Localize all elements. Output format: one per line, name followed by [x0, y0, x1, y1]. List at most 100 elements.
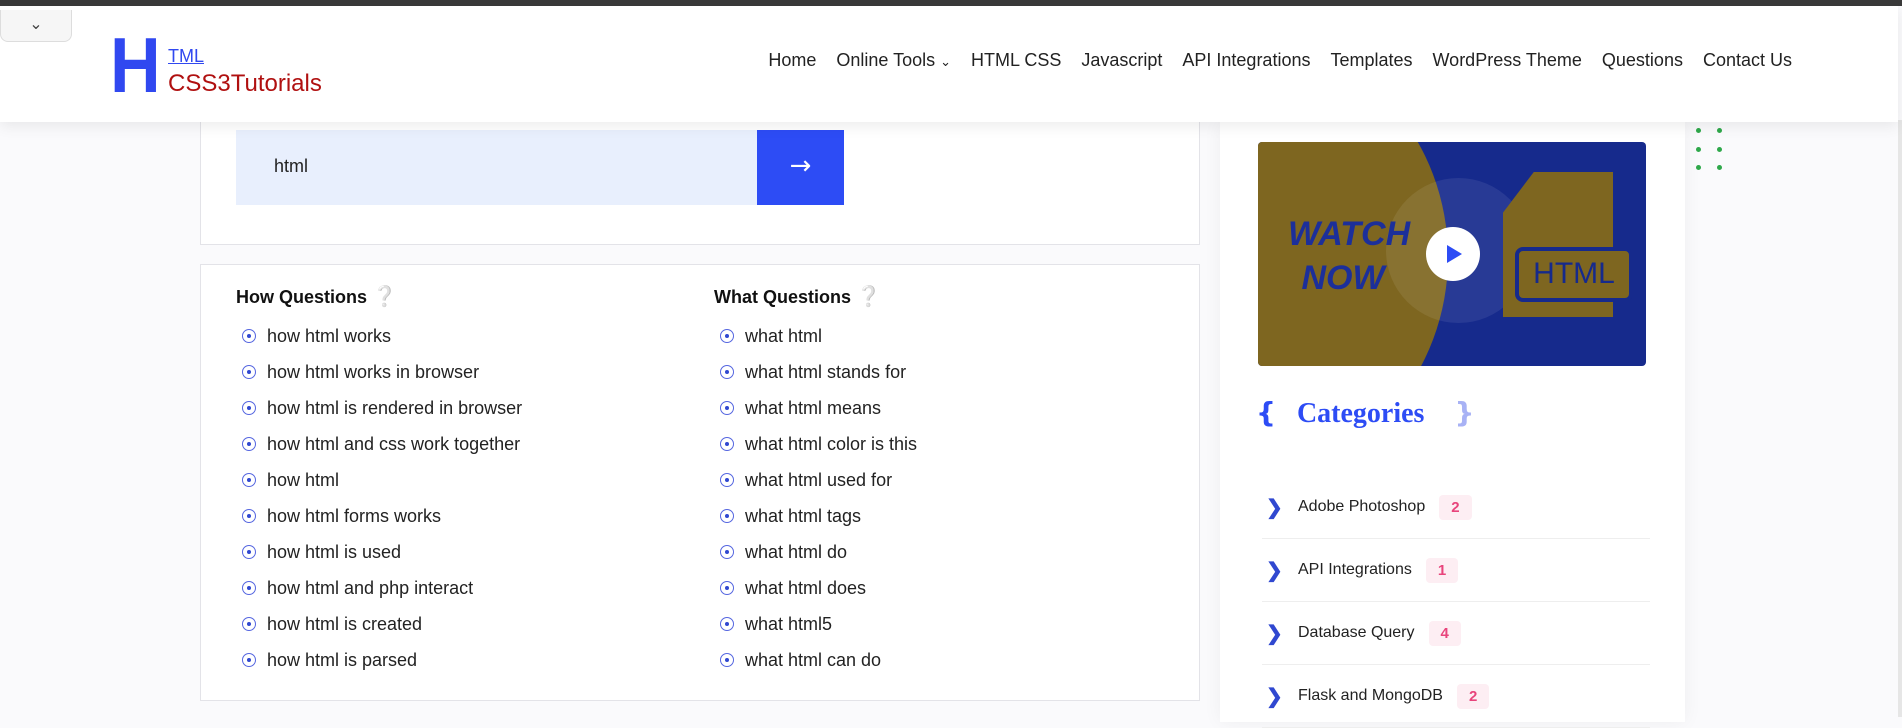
circle-dot-icon [242, 401, 256, 415]
question-text: what html color is this [745, 433, 918, 454]
question-link[interactable]: how html works in browser [242, 354, 522, 390]
chevron-down-icon[interactable]: ⌄ [0, 10, 72, 42]
question-text: what html [745, 325, 823, 346]
question-text: what html do [745, 541, 848, 562]
decor-dot [1717, 128, 1722, 133]
chevron-right-icon: ❯ [1266, 685, 1283, 708]
chevron-right-icon: ❯ [1266, 559, 1283, 582]
nav-online-tools[interactable]: Online Tools ⌄ [836, 50, 951, 71]
question-text: how html is used [267, 541, 402, 562]
category-item[interactable]: ❯ Adobe Photoshop 2 [1262, 476, 1650, 539]
question-text: what html means [745, 397, 882, 418]
question-link[interactable]: how html is parsed [242, 642, 522, 678]
decor-dot [1717, 147, 1722, 152]
question-link[interactable]: what html5 [720, 606, 917, 642]
decor-dot [1696, 165, 1701, 170]
what-questions-list: what html what html stands for what html m… [720, 318, 917, 678]
circle-dot-icon [720, 365, 734, 379]
logo-top: TML [168, 46, 204, 66]
nav-api-integrations[interactable]: API Integrations [1182, 50, 1310, 71]
category-item[interactable]: ❯ Flask and MongoDB 2 [1262, 665, 1650, 728]
question-text: what html tags [745, 505, 862, 526]
question-link[interactable]: what html [720, 318, 917, 354]
category-name: API Integrations [1298, 561, 1412, 578]
what-questions-heading: What Questions ❔ [714, 286, 881, 308]
question-text: what html used for [745, 469, 893, 490]
question-link[interactable]: what html used for [720, 462, 917, 498]
chevron-right-icon: ❯ [1266, 496, 1283, 519]
html-label: HTML [1515, 247, 1633, 302]
question-link[interactable]: how html is used [242, 534, 522, 570]
circle-dot-icon [720, 437, 734, 451]
nav-html-css[interactable]: HTML CSS [971, 50, 1061, 71]
category-name: Database Query [1298, 624, 1415, 641]
question-text: how html forms works [267, 505, 442, 526]
watch-now-text: WATCH NOW [1288, 215, 1411, 297]
question-link[interactable]: what html color is this [720, 426, 917, 462]
logo-h: H [110, 21, 161, 109]
decor-dot [1717, 165, 1722, 170]
main-nav: Home Online Tools ⌄ HTML CSS Javascript … [768, 50, 1792, 71]
category-count: 2 [1456, 683, 1490, 709]
circle-dot-icon [720, 509, 734, 523]
nav-contact-us[interactable]: Contact Us [1703, 50, 1792, 71]
circle-dot-icon [720, 401, 734, 415]
question-text: how html is rendered in browser [267, 397, 523, 418]
question-text: how html is created [267, 613, 423, 634]
question-link[interactable]: what html tags [720, 498, 917, 534]
chevron-right-icon: ❯ [1266, 622, 1283, 645]
circle-dot-icon [720, 545, 734, 559]
category-name: Adobe Photoshop [1298, 498, 1426, 515]
question-link[interactable]: how html forms works [242, 498, 522, 534]
circle-dot-icon [242, 329, 256, 343]
question-link[interactable]: what html can do [720, 642, 917, 678]
question-text: what html can do [745, 649, 882, 670]
site-logo[interactable]: H TML CSS3Tutorials [110, 21, 370, 109]
question-text: how html [267, 469, 340, 490]
category-count: 4 [1428, 620, 1461, 646]
question-link[interactable]: how html and css work together [242, 426, 522, 462]
question-text: what html does [745, 577, 867, 598]
search-input[interactable]: html [236, 130, 757, 205]
watch-now-video[interactable]: WATCH NOW HTML [1258, 142, 1646, 366]
nav-questions[interactable]: Questions [1602, 50, 1683, 71]
question-link[interactable]: how html [242, 462, 522, 498]
nav-templates[interactable]: Templates [1330, 50, 1412, 71]
question-link[interactable]: how html is rendered in browser [242, 390, 522, 426]
site-header: ⌄ H TML CSS3Tutorials Home Online Tools … [0, 6, 1898, 122]
circle-dot-icon [242, 653, 256, 667]
nav-home[interactable]: Home [768, 50, 816, 71]
nav-javascript[interactable]: Javascript [1081, 50, 1162, 71]
question-link[interactable]: how html and php interact [242, 570, 522, 606]
question-text: how html and php interact [267, 577, 474, 598]
category-item[interactable]: ❯ API Integrations 1 [1262, 539, 1650, 602]
question-link[interactable]: what html do [720, 534, 917, 570]
question-link[interactable]: how html is created [242, 606, 522, 642]
question-text: how html works [267, 325, 392, 346]
question-link[interactable]: what html stands for [720, 354, 917, 390]
circle-dot-icon [242, 365, 256, 379]
play-icon[interactable] [1426, 227, 1480, 281]
search-value: html [274, 156, 309, 176]
question-text: how html works in browser [267, 361, 480, 382]
question-text: how html and css work together [267, 433, 521, 454]
question-text: what html stands for [745, 361, 907, 382]
search-button[interactable]: → [757, 130, 844, 205]
nav-wordpress-theme[interactable]: WordPress Theme [1433, 50, 1582, 71]
circle-dot-icon [242, 617, 256, 631]
category-name: Flask and MongoDB [1298, 687, 1443, 704]
how-questions-list: how html works how html works in browser h… [242, 318, 522, 678]
question-link[interactable]: what html means [720, 390, 917, 426]
category-item[interactable]: ❯ Database Query 4 [1262, 602, 1650, 665]
decor-dot [1696, 128, 1701, 133]
circle-dot-icon [242, 473, 256, 487]
circle-dot-icon [242, 509, 256, 523]
question-link[interactable]: how html works [242, 318, 522, 354]
question-mark-icon: ❔ [856, 286, 881, 308]
logo-bottom: CSS3Tutorials [168, 70, 322, 97]
arrow-right-icon: → [789, 151, 812, 181]
question-link[interactable]: what html does [720, 570, 917, 606]
decor-dot [1696, 147, 1701, 152]
scrollbar[interactable] [1898, 120, 1902, 717]
nav-label: Online Tools [836, 50, 936, 70]
